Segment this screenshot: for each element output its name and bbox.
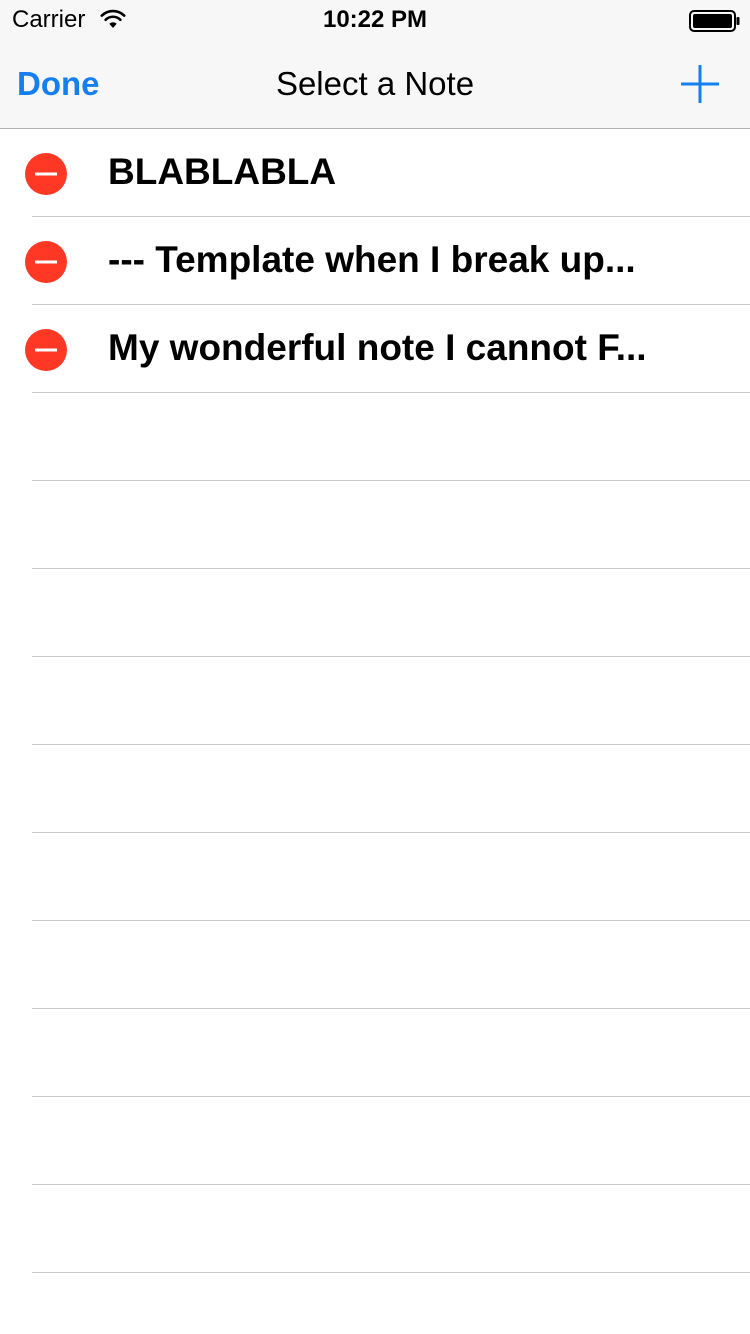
note-row[interactable]: --- Template when I break up... <box>0 217 750 305</box>
note-title: --- Template when I break up... <box>108 239 636 280</box>
empty-row <box>0 569 750 657</box>
note-title: BLABLABLA <box>108 151 337 192</box>
delete-circle-icon[interactable] <box>24 152 68 196</box>
note-row[interactable]: My wonderful note I cannot F... <box>0 305 750 393</box>
battery-full-icon <box>689 10 740 32</box>
delete-circle-icon[interactable] <box>24 328 68 372</box>
status-bar: Carrier 10:22 PM <box>0 0 750 40</box>
empty-row <box>0 833 750 921</box>
navigation-bar: Done Select a Note <box>0 40 750 128</box>
plus-icon[interactable] <box>678 62 722 106</box>
note-row[interactable]: BLABLABLA <box>0 129 750 217</box>
note-title: My wonderful note I cannot F... <box>108 327 647 368</box>
empty-row <box>0 481 750 569</box>
note-picker-screen: Carrier 10:22 PM Done Select a Note BLAB… <box>0 0 750 1334</box>
empty-row <box>0 1009 750 1097</box>
empty-row <box>0 393 750 481</box>
done-button[interactable]: Done <box>17 64 100 104</box>
empty-row <box>0 745 750 833</box>
delete-circle-icon[interactable] <box>24 240 68 284</box>
empty-row <box>0 657 750 745</box>
page-title: Select a Note <box>275 65 475 102</box>
empty-row <box>0 1097 750 1185</box>
empty-row <box>0 1185 750 1273</box>
notes-list: BLABLABLA --- Template when I break up..… <box>0 129 750 1273</box>
empty-row <box>0 921 750 1009</box>
status-time: 10:22 PM <box>322 6 428 33</box>
